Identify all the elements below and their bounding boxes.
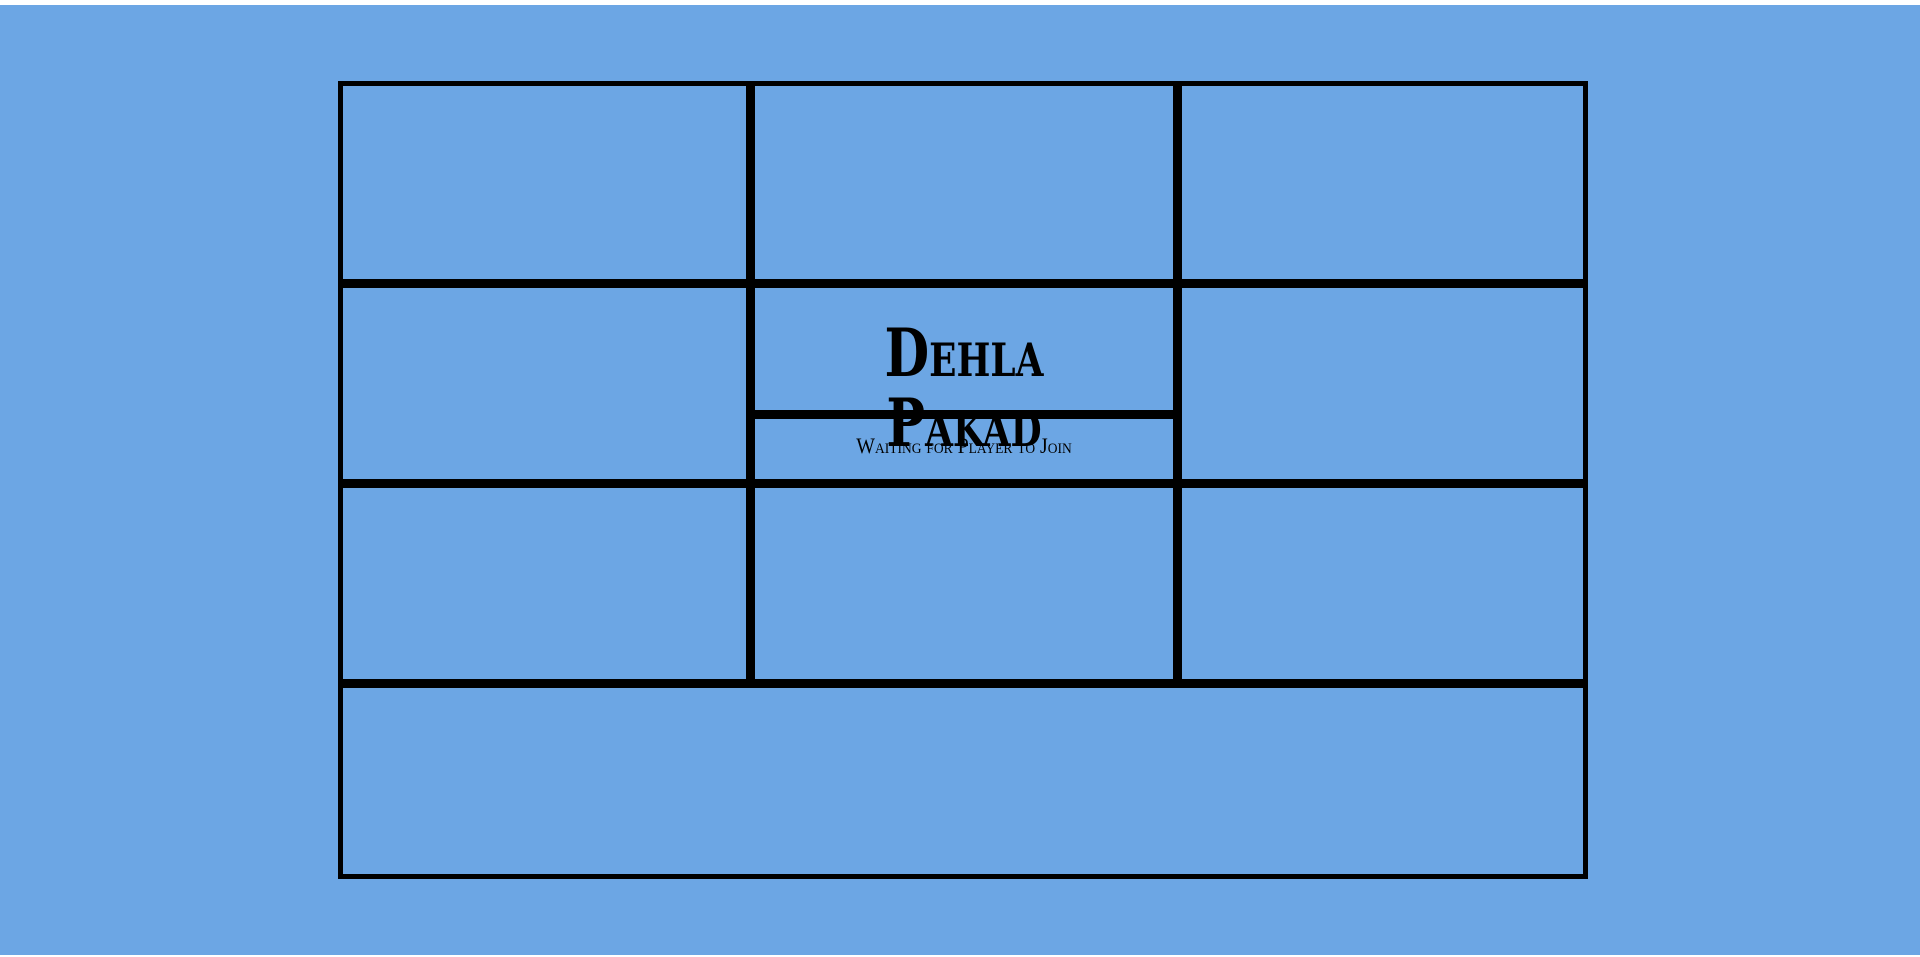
game-board: Dehla Pakad Waiting for Player to Join	[338, 81, 1588, 879]
slot-middle-left	[343, 288, 746, 479]
title-panel: Dehla Pakad	[755, 288, 1173, 458]
slot-bottom-right	[1182, 488, 1583, 679]
waiting-status: Waiting for Player to Join	[856, 433, 1072, 458]
grid-line-row-2	[343, 479, 1583, 488]
slot-top-right	[1182, 86, 1583, 279]
status-panel: Waiting for Player to Join	[755, 419, 1173, 479]
grid-line-row-3	[343, 679, 1583, 688]
slot-bottom-center	[755, 488, 1173, 679]
grid-line-col-2	[1173, 86, 1182, 684]
game-table: Dehla Pakad Waiting for Player to Join	[0, 5, 1920, 955]
slot-bottom-left	[343, 488, 746, 679]
slot-middle-right	[1182, 288, 1583, 479]
grid-line-row-1	[343, 279, 1583, 288]
slot-top-center	[755, 86, 1173, 279]
player-hand-area	[343, 688, 1583, 874]
slot-top-left	[343, 86, 746, 279]
grid-line-col-1	[746, 86, 755, 684]
